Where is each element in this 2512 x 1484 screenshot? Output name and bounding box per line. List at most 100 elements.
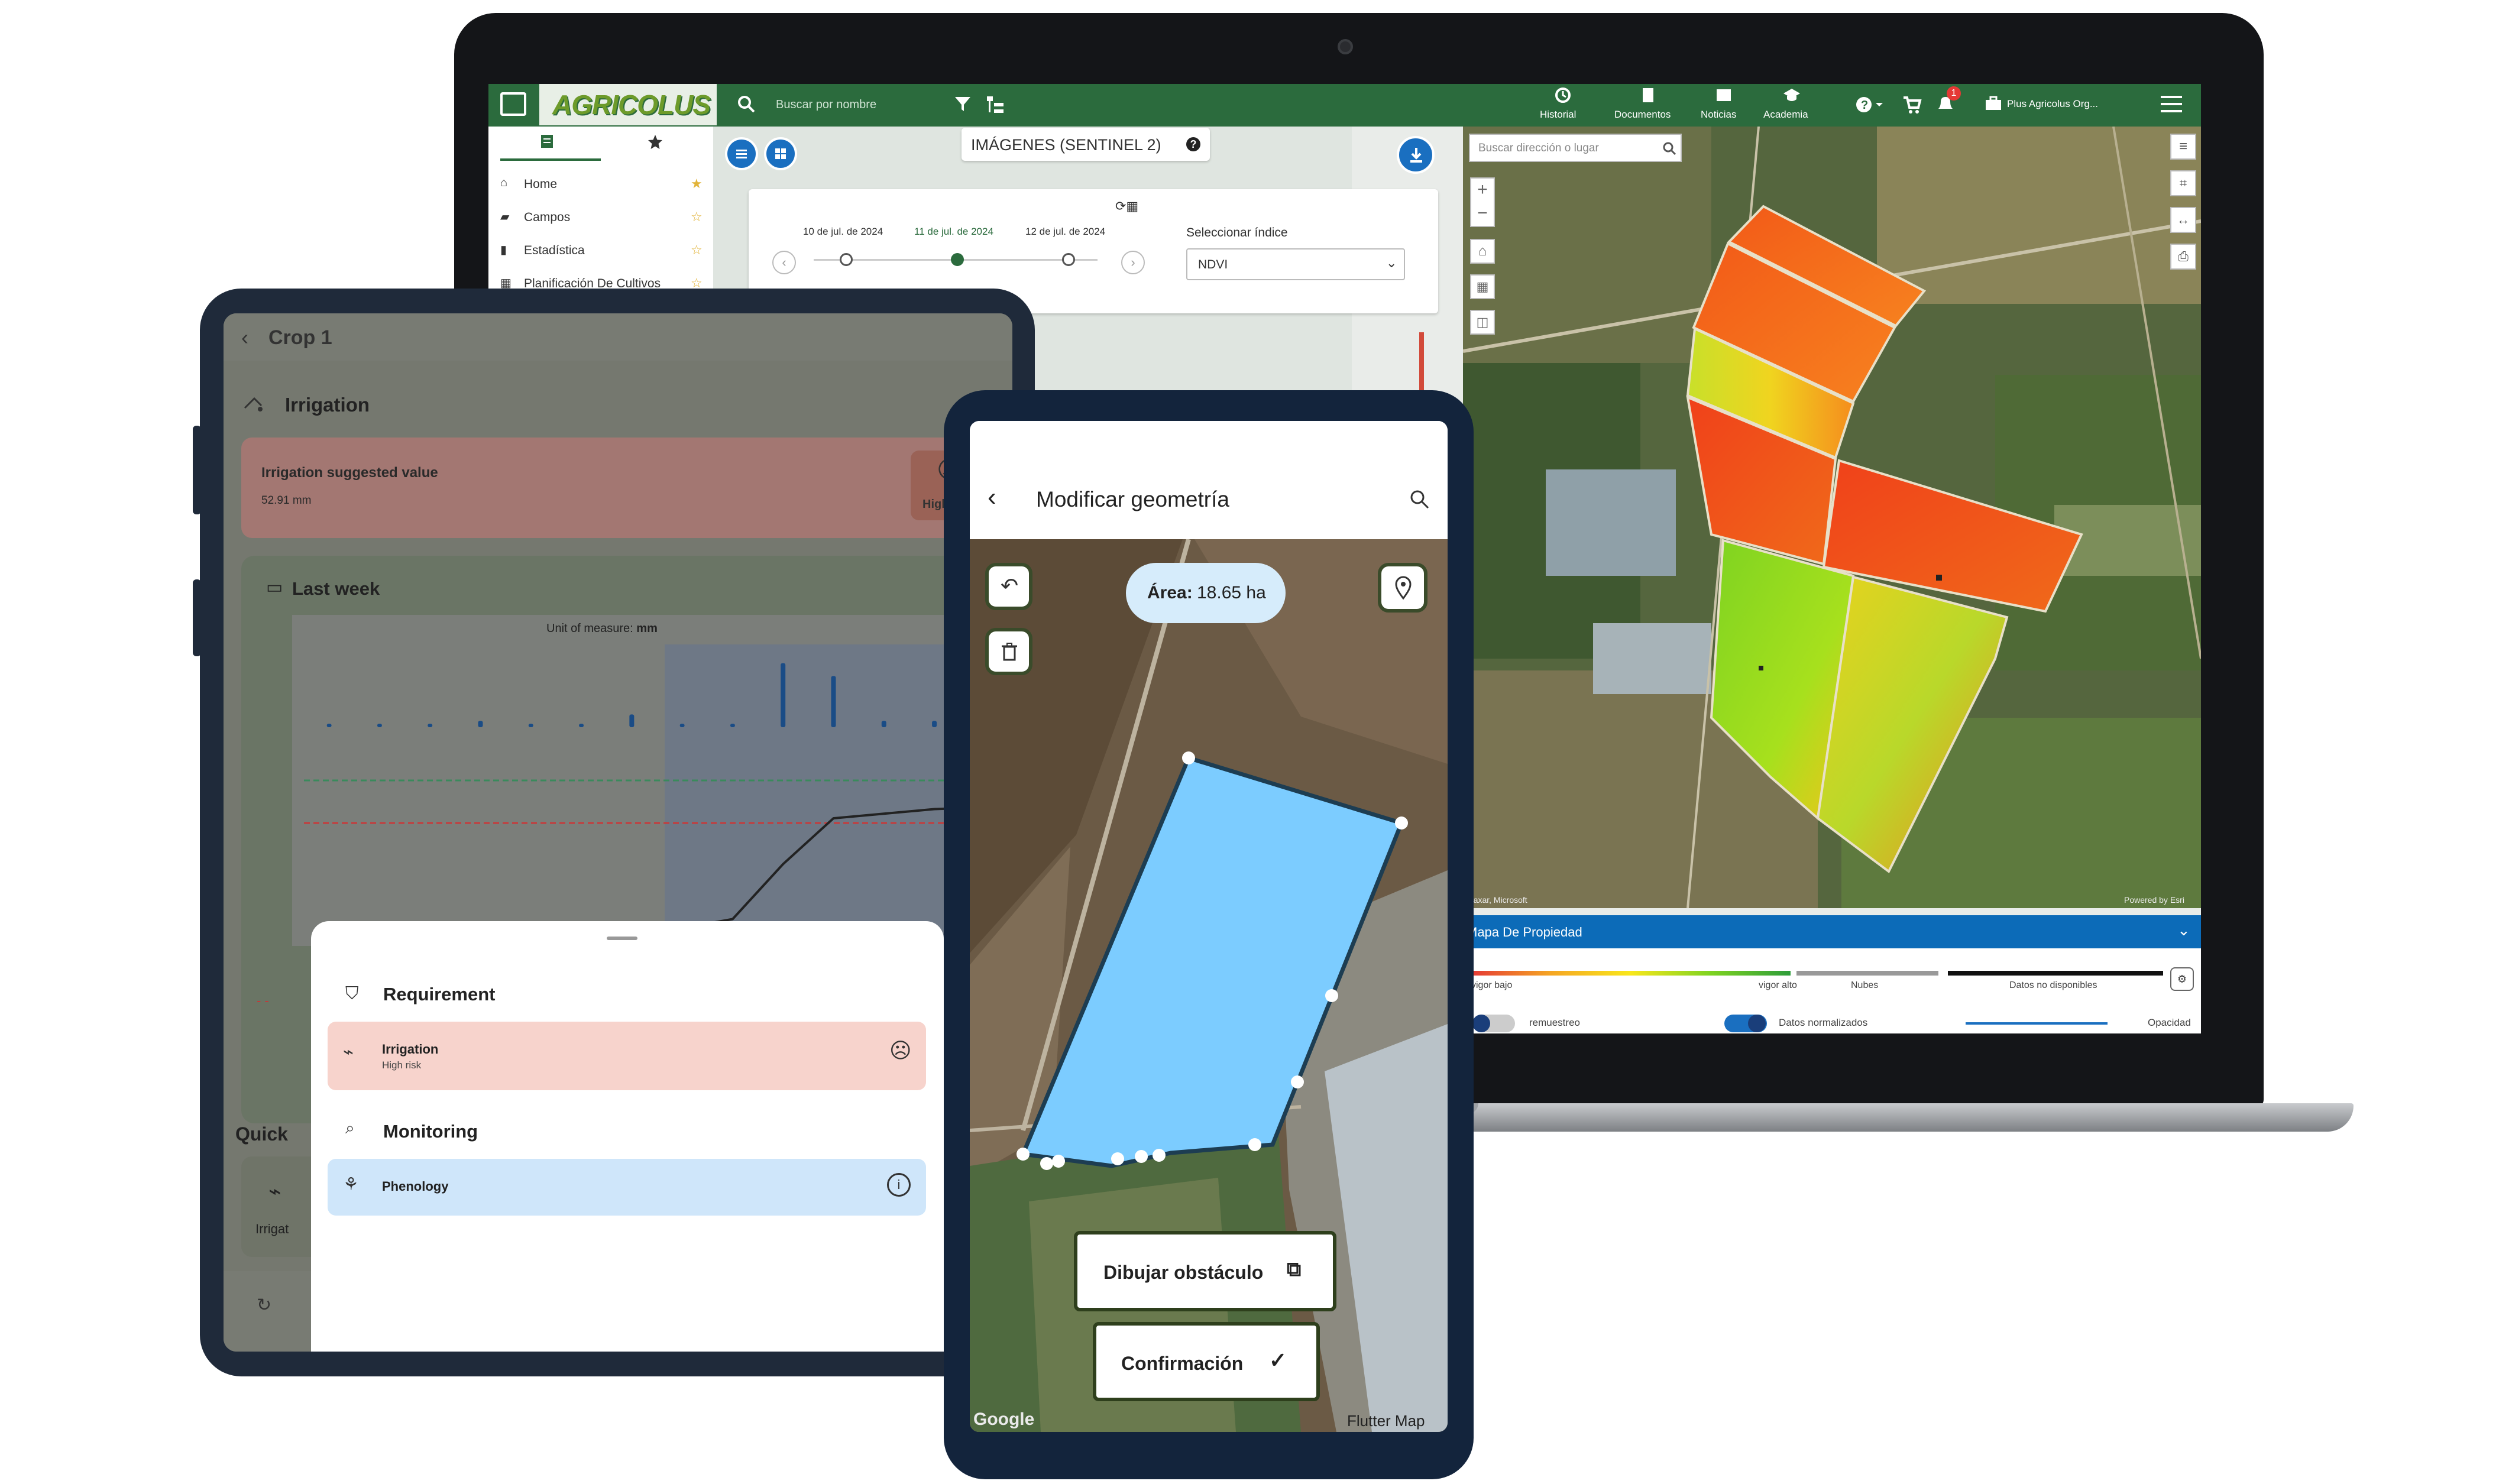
quick-section-title: Quick bbox=[235, 1123, 288, 1145]
grid-view-button[interactable] bbox=[764, 137, 797, 170]
map-search-input[interactable]: Buscar dirección o lugar bbox=[1469, 134, 1682, 162]
vertex-handle bbox=[1111, 1152, 1124, 1165]
home-icon: ⌂ bbox=[500, 176, 508, 189]
requirement-icon: ⛉ bbox=[345, 984, 359, 1003]
list-view-button[interactable] bbox=[725, 137, 758, 170]
refresh-calendar-icon[interactable]: ⟳▦ bbox=[1115, 199, 1139, 215]
button-label: Dibujar obstáculo bbox=[1103, 1262, 1264, 1283]
news-icon bbox=[1717, 89, 1731, 101]
settings-icon[interactable]: ⚙ bbox=[2170, 967, 2194, 991]
sidebar-item-campos[interactable]: ▰ Campos ☆ bbox=[500, 206, 707, 232]
undo-button[interactable]: ↶ bbox=[985, 563, 1032, 610]
sidebar-item-label: Estadística bbox=[524, 244, 585, 257]
sheet-handle[interactable] bbox=[607, 937, 637, 940]
fields-icon: ▰ bbox=[500, 210, 510, 223]
irrigation-bar bbox=[579, 724, 584, 727]
search-icon: ⌕ bbox=[345, 1119, 355, 1137]
nav-documentos[interactable]: Documentos bbox=[1610, 85, 1686, 125]
locate-button[interactable] bbox=[1378, 563, 1427, 613]
measure-button[interactable]: ↔ bbox=[2170, 207, 2196, 233]
clouds-bar bbox=[1796, 971, 1938, 976]
confirm-button[interactable]: Confirmación ✓ bbox=[1093, 1322, 1320, 1401]
legend-label: Datos no disponibles bbox=[2009, 980, 2097, 990]
panel-header[interactable]: Mapa De Propiedad ⌄ bbox=[1463, 915, 2201, 948]
irrigation-bar bbox=[831, 676, 836, 727]
chart-area: Unit of measure: mm bbox=[292, 615, 1010, 946]
vertex-handle bbox=[1395, 816, 1408, 830]
home-extent-button[interactable]: ⌂ bbox=[1470, 239, 1495, 264]
sidebar-item-home[interactable]: ⌂ Home ★ bbox=[500, 173, 707, 199]
back-arrow-icon[interactable]: ‹ bbox=[988, 482, 996, 512]
normalized-toggle[interactable] bbox=[1724, 1015, 1767, 1032]
vertex-handle bbox=[1052, 1155, 1065, 1168]
index-label: Seleccionar índice bbox=[1186, 226, 1288, 239]
sidebar-item-estadistica[interactable]: ▮ Estadística ☆ bbox=[500, 239, 707, 265]
print-button[interactable]: ⎙ bbox=[2170, 244, 2196, 270]
phenology-item[interactable]: ⚘ Phenology i bbox=[328, 1159, 926, 1216]
legend-label: vigor bajo bbox=[1471, 980, 1513, 990]
delete-button[interactable] bbox=[985, 628, 1032, 675]
index-select[interactable]: NDVI ⌄ bbox=[1186, 248, 1405, 280]
filter-icon[interactable] bbox=[953, 95, 972, 114]
prev-date-button[interactable]: ‹ bbox=[772, 251, 796, 274]
date-label: 12 de jul. de 2024 bbox=[1025, 226, 1106, 237]
star-outline-icon[interactable]: ☆ bbox=[691, 209, 703, 225]
toggle-label: Datos normalizados bbox=[1779, 1017, 1868, 1028]
sad-face-icon: ☹ bbox=[889, 1038, 912, 1062]
zoom-out-button[interactable]: − bbox=[1471, 202, 1494, 226]
satellite-map[interactable]: Buscar dirección o lugar + − ⌂ ▦ ◫ ≡ ⌗ ↔… bbox=[1463, 127, 2201, 908]
favorites-tab-icon[interactable] bbox=[647, 134, 663, 150]
sidebar-toggle-icon[interactable] bbox=[500, 92, 526, 116]
zoom-in-button[interactable]: + bbox=[1471, 179, 1494, 202]
chevron-down-icon[interactable]: ⌄ bbox=[2177, 921, 2190, 939]
irrigation-bar bbox=[679, 724, 685, 727]
unit-label-text: Unit of measure: bbox=[546, 622, 633, 635]
list-tab-icon[interactable] bbox=[539, 134, 555, 149]
tree-list-icon[interactable] bbox=[985, 95, 1005, 115]
date-point[interactable] bbox=[1062, 253, 1075, 266]
date-point-selected[interactable] bbox=[951, 253, 964, 266]
opacity-slider[interactable] bbox=[1966, 1022, 2108, 1025]
layer-list-button[interactable]: ≡ bbox=[2170, 134, 2196, 160]
irrigation-bar bbox=[932, 721, 937, 727]
help-icon[interactable]: ? bbox=[1854, 95, 1884, 115]
vertex-handle bbox=[1325, 989, 1338, 1002]
irrigation-item[interactable]: ⌁ Irrigation High risk ☹ bbox=[328, 1022, 926, 1090]
back-arrow-icon[interactable]: ‹ bbox=[241, 325, 248, 350]
star-outline-icon[interactable]: ☆ bbox=[691, 242, 703, 258]
nav-noticias[interactable]: Noticias bbox=[1695, 85, 1754, 125]
ndvi-gradient-bar bbox=[1471, 971, 1791, 976]
academy-icon bbox=[1783, 89, 1800, 101]
nav-academia[interactable]: Academia bbox=[1760, 85, 1825, 125]
resample-toggle[interactable] bbox=[1472, 1015, 1515, 1032]
logo[interactable]: AGRICOLUS bbox=[539, 84, 717, 125]
quick-action-label: Irrigat bbox=[255, 1221, 289, 1236]
download-button[interactable] bbox=[1397, 136, 1435, 174]
account-menu[interactable]: Plus Agricolus Org... bbox=[1985, 92, 2138, 116]
basemap-gallery-button[interactable]: ▦ bbox=[1470, 274, 1495, 299]
location-pin-icon bbox=[1395, 576, 1412, 600]
refresh-icon[interactable]: ↻ bbox=[257, 1295, 271, 1315]
stats-icon: ▮ bbox=[500, 244, 507, 257]
nav-historial[interactable]: Historial bbox=[1530, 85, 1595, 125]
next-date-button[interactable]: › bbox=[1121, 251, 1145, 274]
notification-badge: 1 bbox=[1947, 86, 1961, 101]
date-label-selected: 11 de jul. de 2024 bbox=[914, 226, 993, 237]
vertex-handle bbox=[1040, 1157, 1053, 1170]
field-map[interactable]: ↶ Área: 18.65 ha Dibujar obstáculo ⧉ Con… bbox=[970, 539, 1448, 1432]
draw-obstacle-button[interactable]: Dibujar obstáculo ⧉ bbox=[1074, 1231, 1336, 1311]
documents-icon bbox=[1643, 88, 1653, 102]
date-point[interactable] bbox=[840, 253, 853, 266]
search-input[interactable]: Buscar por nombre bbox=[776, 98, 876, 112]
cart-icon[interactable] bbox=[1902, 95, 1922, 115]
info-icon[interactable]: i bbox=[887, 1173, 911, 1197]
help-circle-icon[interactable]: ? bbox=[1186, 137, 1200, 151]
map-search-placeholder: Buscar dirección o lugar bbox=[1478, 142, 1599, 154]
irrigation-bar bbox=[326, 724, 332, 727]
star-icon[interactable]: ★ bbox=[691, 176, 703, 192]
suggested-value-card[interactable]: Irrigation suggested value 52.91 mm ☹ Hi… bbox=[241, 438, 1010, 538]
hamburger-menu-icon[interactable] bbox=[2160, 93, 2183, 115]
layers-button[interactable]: ◫ bbox=[1470, 310, 1495, 335]
crop-tool-button[interactable]: ⌗ bbox=[2170, 170, 2196, 196]
search-icon[interactable] bbox=[1409, 488, 1430, 510]
